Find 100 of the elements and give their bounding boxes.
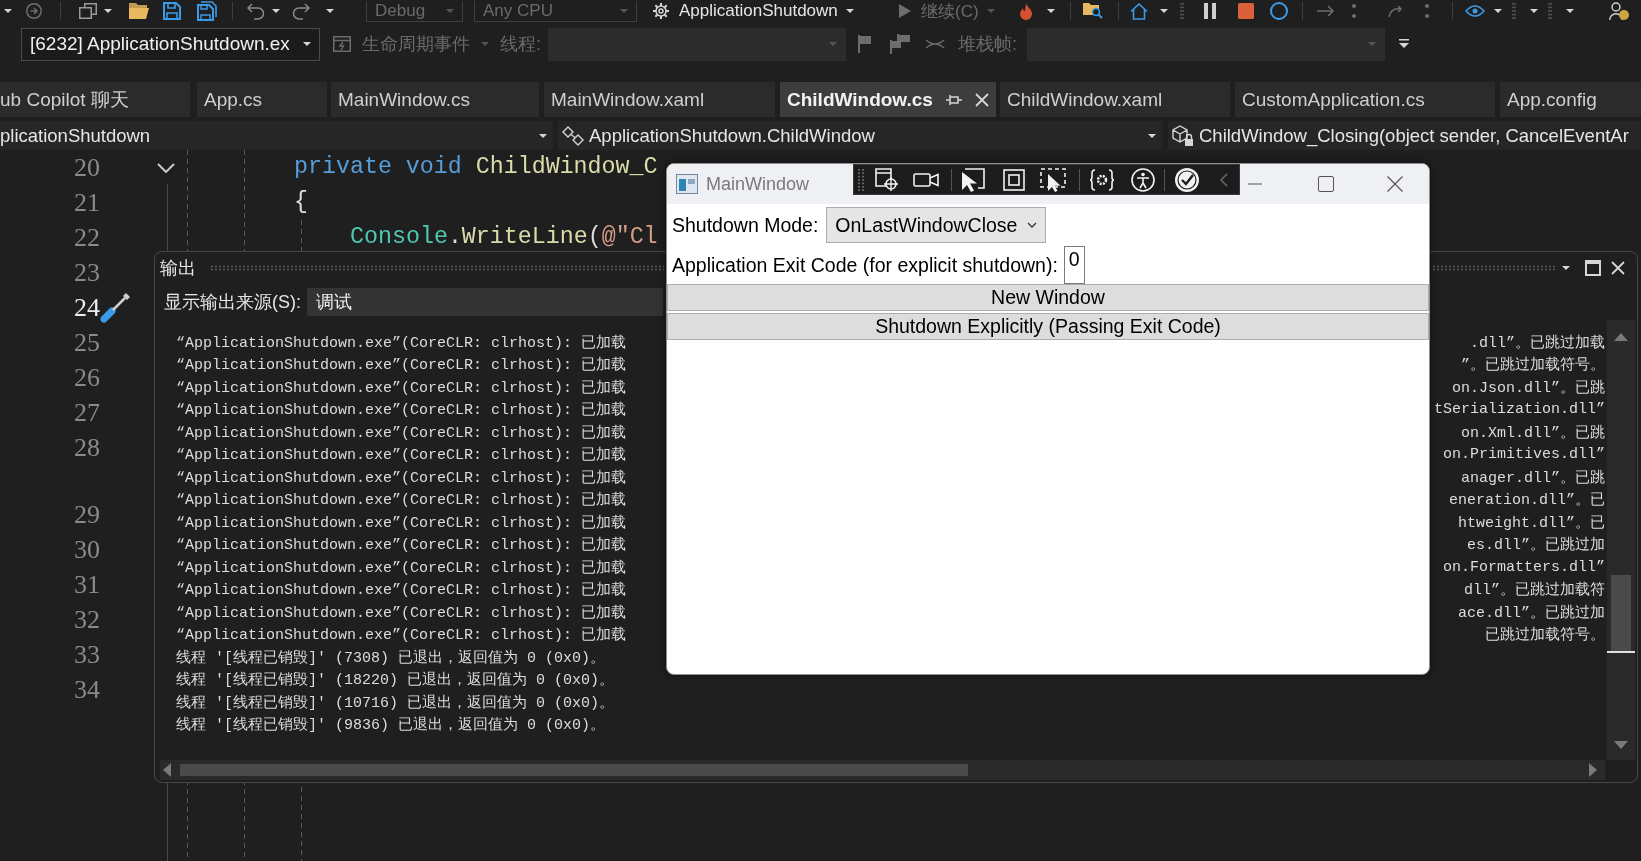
play-icon [899,4,911,18]
accessibility-icon[interactable] [1131,167,1155,192]
caret-icon[interactable] [1494,9,1502,13]
right-arrow-icon[interactable] [1589,763,1597,777]
video-camera-icon[interactable] [913,172,939,187]
line-number: 21 [74,187,100,219]
output-source-dropdown[interactable]: 调试 [307,287,663,316]
floppy-disks-icon[interactable] [197,1,217,21]
grip-icon[interactable] [1548,3,1552,19]
output-line: “ApplicationShutdown.exe”(CoreCLR: clrhost): 已加载 [176,625,627,645]
window-crosshair-icon[interactable] [875,167,899,192]
chevron-down-icon[interactable] [157,162,175,173]
up-arrow-icon[interactable] [1614,333,1628,341]
tab[interactable]: ChildWindow.cs [780,82,996,117]
undo-arrow-icon[interactable] [247,2,265,20]
project-dropdown[interactable]: plicationShutdown [0,121,553,150]
screwdriver-icon[interactable] [100,292,130,323]
caret-icon[interactable] [1530,9,1538,13]
left-arrow-icon[interactable] [163,763,171,777]
exit-code-label: Application Exit Code (for explicit shutdown): [672,253,1058,277]
check-circle-icon[interactable] [1175,167,1199,192]
caret-icon[interactable] [326,9,334,13]
dashed-box-cursor-icon[interactable] [1040,167,1066,192]
two-flags-icon[interactable] [890,34,910,54]
dots-icon[interactable] [1352,4,1356,18]
house-icon[interactable] [1130,2,1148,20]
maximize-icon[interactable] [1585,259,1601,276]
code-line: Console.WriteLine(@"Cl [350,223,658,252]
output-line: “ApplicationShutdown.exe”(CoreCLR: clrhost): 已加载 [176,580,627,600]
tab[interactable]: ChildWindow.xaml [1000,82,1230,117]
vertical-scrollbar[interactable] [1607,320,1635,760]
gear-icon [653,3,669,19]
caret-icon[interactable] [4,9,12,13]
redo-arrow-icon[interactable] [292,2,310,20]
pause-icon[interactable] [1204,3,1216,19]
nested-squares-icon[interactable] [1003,168,1025,191]
stacked-windows-icon[interactable] [79,3,97,19]
output-line: 线程 '[线程已销毁]' (18220) 已退出，返回值为 0 (0x0)。 [176,670,615,690]
caret-icon[interactable] [845,9,854,13]
output-line: “ApplicationShutdown.exe”(CoreCLR: clrhost): 已加载 [176,378,627,397]
caret-icon[interactable] [1566,9,1574,13]
type-dropdown[interactable]: ApplicationShutdown.ChildWindow [558,121,1162,150]
dots-icon[interactable] [1425,4,1429,18]
caret-icon[interactable] [104,9,112,13]
tab[interactable]: CustomApplication.cs [1235,82,1495,117]
flame-icon[interactable] [1020,2,1032,20]
toolbar-button[interactable]: ApplicationShutdown [653,0,838,22]
action-button[interactable]: Shutdown Explicitly (Passing Exit Code) [667,313,1429,340]
ring-icon[interactable] [1270,2,1288,20]
cursor-box-icon[interactable] [961,167,985,192]
exit-code-field[interactable]: 0 [1063,246,1085,284]
caret-icon[interactable] [1047,9,1055,13]
shutdown-mode-dropdown[interactable]: OnLastWindowClose [826,207,1047,243]
close-icon[interactable] [1611,260,1625,275]
line-caret-icon[interactable] [1399,39,1409,49]
grip-icon[interactable] [858,168,864,191]
tab[interactable]: ub Copilot 聊天 [0,82,190,117]
line-number: 31 [74,569,100,601]
caret-icon [620,8,628,13]
output-line: 线程 '[线程已销毁]' (10716) 已退出，返回值为 0 (0x0)。 [176,693,615,712]
caret-icon[interactable] [1562,265,1570,270]
output-line: “ApplicationShutdown.exe”(CoreCLR: clrhost): 已加载 [176,400,627,420]
caret-icon [446,8,454,13]
output-line: ”。已跳过加载符号。 [1461,355,1605,375]
horizontal-scrollbar[interactable] [160,760,1605,780]
floppy-disk-icon[interactable] [163,2,181,20]
grip-icon[interactable] [1180,3,1184,19]
caret-icon[interactable] [272,9,280,13]
right-arrow-icon[interactable] [1317,5,1335,17]
scroll-thumb[interactable] [180,764,968,776]
tab[interactable]: App.cs [197,82,327,117]
curved-arrow-icon[interactable] [1388,4,1404,18]
flag-icon[interactable] [858,35,871,53]
close-icon[interactable] [975,92,989,107]
output-line: on.Xml.dll”。已跳 [1460,423,1605,442]
scroll-thumb[interactable] [1611,575,1631,651]
output-line: tSerialization.dll” [1433,401,1605,419]
braces-gear-icon[interactable] [1089,168,1115,191]
line-number: 26 [74,362,100,394]
grip-icon[interactable] [1512,3,1516,19]
person-badge-icon[interactable] [1609,2,1629,20]
caret-icon[interactable] [1160,9,1168,13]
wave-lines-icon[interactable] [925,38,945,50]
tab[interactable]: MainWindow.cs [331,82,539,117]
member-dropdown[interactable]: ChildWindow_Closing(object sender, CancelEventAr [1168,121,1641,150]
chevron-left-icon[interactable] [1220,172,1228,187]
tab[interactable]: MainWindow.xaml [544,82,775,117]
tab[interactable]: App.config [1500,82,1641,117]
output-line: es.dll”。已跳过加 [1467,535,1605,555]
line-number: 22 [74,222,100,254]
down-arrow-icon[interactable] [1614,741,1628,749]
action-button[interactable]: New Window [667,284,1429,311]
folder-icon[interactable] [129,3,149,19]
lightning-window-icon [333,36,351,52]
dotted-grip-icon[interactable] [210,264,664,271]
pin-icon[interactable] [946,93,962,106]
process-dropdown[interactable]: [6232] ApplicationShutdown.ex [21,27,320,61]
eye-icon[interactable] [1465,5,1485,17]
dotted-grip-icon[interactable] [1432,264,1556,271]
folder-magnifier-icon[interactable] [1083,3,1103,19]
